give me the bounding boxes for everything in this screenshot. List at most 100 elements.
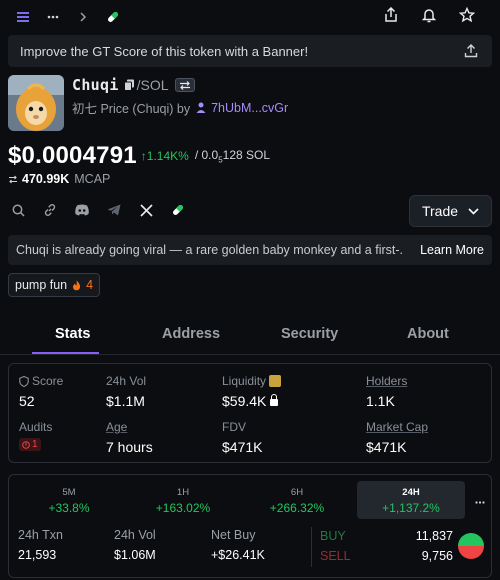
price-change: ↑1.14K% [140,149,189,163]
trade-button[interactable]: Trade [409,195,492,227]
vol-value: $1.1M [106,393,145,409]
transactions-panel: 5M +33.8% 1H +163.02% 6H +266.32% 24H +1… [8,474,492,578]
liquidity-label-row: Liquidity [222,374,282,388]
market-cap-cell: Market Cap $471K [366,420,428,455]
mcap-label: MCAP [74,172,111,186]
subtitle-prefix: 初七 Price (Chuqi) by [72,102,191,116]
timeframe-1h[interactable]: 1H +163.02% [129,481,237,519]
price-sol-prefix: / 0.0 [194,147,219,162]
timeframe-key: 6H [290,487,304,498]
buy-value: 11,837 [415,529,453,543]
creator-link[interactable]: 7hUbM...cvGr [211,101,288,115]
star-icon[interactable] [458,6,476,24]
timeframe-key: 1H [176,487,190,498]
chevron-right-icon [74,8,92,26]
fdv-value: $471K [222,439,263,455]
liquidity-value-row: $59.4K [222,393,281,409]
top-bar [0,0,500,32]
pill-link-icon[interactable] [170,202,186,218]
tag-label: pump fun [15,278,68,292]
fdv-cell: FDV $471K [222,420,262,455]
txn-value: 21,593 [18,548,57,562]
link-icon[interactable] [42,202,58,218]
age-cell: Age 7 hours [106,420,153,455]
audits-label: Audits [19,420,53,434]
market-cap-label[interactable]: Market Cap [366,420,428,434]
tab-security[interactable]: Security [281,326,338,342]
swap-pair-button[interactable] [174,78,195,92]
mcap-value: 470.99K [22,172,70,186]
score-label: Score [32,374,64,388]
holders-cell: Holders 1.1K [366,374,407,409]
telegram-icon[interactable] [106,202,122,218]
description-bar: Chuqi is already going viral — a rare go… [8,235,492,265]
discord-icon[interactable] [74,202,90,218]
tab-address[interactable]: Address [162,326,220,342]
timeframe-value: +163.02% [155,501,211,515]
score-cell: Score 52 [19,374,63,409]
sell-label: SELL [320,549,351,563]
launchpad-tag[interactable]: pump fun 4 [8,273,101,297]
fire-icon [72,280,81,291]
fdv-label: FDV [222,420,246,434]
description-text: Chuqi is already going viral — a rare go… [16,243,404,257]
top-bar-left [14,8,122,26]
timeframe-value: +33.8% [48,501,90,515]
top-bar-right [382,6,476,24]
timeframe-value: +1,137.2% [382,501,440,515]
timeframe-24h[interactable]: 24H +1,137.2% [357,481,465,519]
banner-prompt[interactable]: Improve the GT Score of this token with … [8,35,492,67]
vol-label: 24h Vol [106,374,147,388]
search-icon[interactable] [10,202,26,218]
net-buy-label: Net Buy [211,528,256,542]
sell-row: SELL 9,756 [320,549,453,563]
stats-panel: Score 52 24h Vol $1.1M Liquidity $59.4K … [8,363,492,463]
lock-icon [270,393,279,406]
txn-cell: 24h Txn 21,593 [18,528,63,562]
x-twitter-icon[interactable] [138,202,154,218]
timeframe-6h[interactable]: 6H +266.32% [243,481,351,519]
pill-icon[interactable] [104,8,122,26]
vol-cell: 24h Vol $1.1M [106,374,146,409]
tag-count: 4 [86,278,94,292]
txn-label: 24h Txn [18,528,63,542]
age-label[interactable]: Age [106,420,153,434]
trade-label: Trade [421,203,459,219]
token-title-row: Chuqi /SOL [72,76,288,94]
pair-quote: /SOL [136,77,169,93]
holders-label[interactable]: Holders [366,374,407,388]
share-icon[interactable] [382,6,400,24]
audits-value: 1 [32,439,38,450]
tab-stats[interactable]: Stats [55,326,90,342]
audits-badge[interactable]: 1 [19,438,41,451]
buy-row: BUY 11,837 [320,529,453,543]
alert-icon [22,440,30,449]
upload-icon[interactable] [462,42,480,60]
user-icon [196,102,206,113]
bell-icon[interactable] [420,6,438,24]
copy-icon[interactable] [123,78,137,92]
age-value: 7 hours [106,439,153,455]
price-sol-suffix: 128 SOL [222,147,271,162]
tx-vol-label: 24h Vol [114,528,156,542]
tx-vol-value: $1.06M [114,548,156,562]
net-buy-cell: Net Buy +$26.41K [211,528,265,562]
tx-vol-cell: 24h Vol $1.06M [114,528,156,562]
learn-more-link[interactable]: Learn More [420,243,484,257]
liquidity-pool-icon[interactable] [269,375,282,387]
banner-text: Improve the GT Score of this token with … [20,43,309,59]
timeframe-5m[interactable]: 5M +33.8% [15,481,123,519]
net-buy-value: +$26.41K [211,548,265,562]
tab-about[interactable]: About [407,326,449,342]
tab-bar: Stats Address Security About [0,318,500,355]
sell-value: 9,756 [421,549,453,563]
more-options-icon[interactable] [471,493,489,511]
token-title-block: Chuqi /SOL 初七 Price (Chuqi) by 7hUbM...c… [72,76,288,117]
menu-icon[interactable] [14,8,32,26]
token-links [10,202,186,218]
price-row: $0.0004791 ↑1.14K% / 0.05128 SOL [8,142,270,170]
token-subtitle: 初七 Price (Chuqi) by 7hUbM...cvGr [72,98,288,117]
mcap-row: 470.99K MCAP [8,172,110,186]
liquidity-label: Liquidity [222,374,267,388]
more-dots-icon[interactable] [44,8,62,26]
